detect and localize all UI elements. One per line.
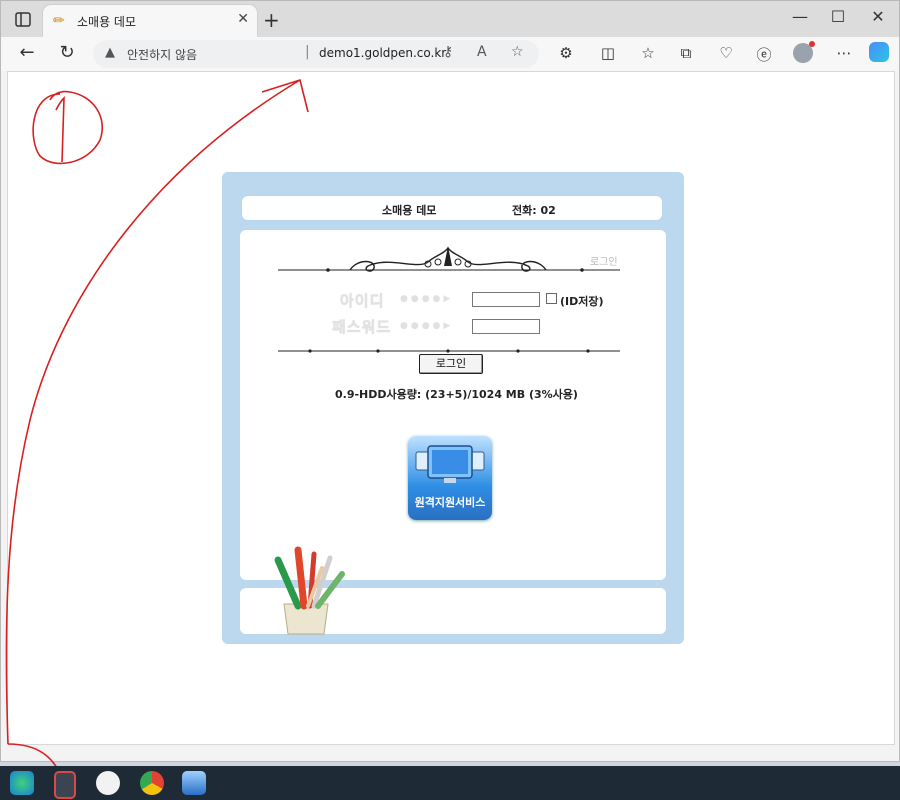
company-name: 소매용 데모 bbox=[382, 204, 437, 217]
tab-title: 소매용 데모 bbox=[77, 15, 137, 29]
calculator-icon[interactable] bbox=[54, 771, 76, 799]
login-panel: 소매용 데모 전화: 02 로그인 아이디 ●●●●▶ (ID저장) 패스워드 … bbox=[222, 172, 684, 644]
address-bar[interactable]: ▲ 안전하지 않음 | demo1.goldpen.co.kr ⚷ A ☆ bbox=[93, 40, 539, 68]
arrow-dots-icon: ●●●●▶ bbox=[400, 294, 454, 304]
security-status: 안전하지 않음 bbox=[127, 48, 198, 62]
tab-active[interactable]: ✏ 소매용 데모 ✕ bbox=[43, 5, 257, 37]
tab-actions-icon[interactable] bbox=[11, 9, 35, 31]
pencil-cup-icon bbox=[274, 546, 345, 635]
extensions-icon[interactable]: ⚙ bbox=[555, 44, 577, 62]
minimize-icon[interactable]: — bbox=[785, 7, 815, 26]
annotation-marker: ① bbox=[38, 108, 39, 109]
close-window-icon[interactable]: ✕ bbox=[863, 7, 893, 26]
read-aloud-icon[interactable]: A bbox=[477, 44, 487, 60]
key-icon[interactable]: ⚷ bbox=[443, 44, 453, 60]
collections-icon[interactable]: ⧉ bbox=[675, 44, 697, 62]
back-icon[interactable]: ← bbox=[13, 42, 41, 63]
save-id-label: (ID저장) bbox=[560, 295, 604, 308]
divider: | bbox=[305, 44, 310, 60]
tab-bar: ✏ 소매용 데모 ✕ + — ☐ ✕ bbox=[1, 1, 899, 37]
login-caption: 로그인 bbox=[590, 257, 618, 268]
close-tab-icon[interactable]: ✕ bbox=[237, 11, 249, 27]
phone-number: 전화: 02 bbox=[512, 204, 556, 217]
chrome-icon[interactable] bbox=[140, 771, 164, 795]
remote-support-label: 원격지원서비스 bbox=[414, 496, 486, 509]
ornament-divider bbox=[278, 246, 620, 272]
split-screen-icon[interactable]: ◫ bbox=[597, 44, 619, 62]
page-viewport: 소매용 데모 전화: 02 로그인 아이디 ●●●●▶ (ID저장) 패스워드 … bbox=[7, 71, 895, 745]
id-input[interactable] bbox=[472, 292, 540, 307]
remote-app-icon[interactable] bbox=[182, 771, 206, 795]
arrow-dots-icon: ●●●●▶ bbox=[400, 321, 454, 331]
monitor-icon bbox=[415, 445, 485, 483]
profile-avatar[interactable] bbox=[793, 41, 815, 63]
favorite-star-icon[interactable]: ☆ bbox=[511, 44, 524, 60]
pencil-icon: ✏ bbox=[53, 13, 65, 29]
login-box: 로그인 아이디 ●●●●▶ (ID저장) 패스워드 ●●●●▶ 로그인 0.9-… bbox=[240, 230, 666, 580]
remote-support-button[interactable]: 원격지원서비스 bbox=[408, 436, 492, 520]
browser-window: ✏ 소매용 데모 ✕ + — ☐ ✕ ← ↻ ▲ 안전하지 않음 | demo1… bbox=[0, 0, 900, 762]
more-options-icon[interactable]: ⋯ bbox=[833, 44, 855, 62]
edge-icon[interactable] bbox=[10, 771, 34, 795]
warning-icon: ▲ bbox=[105, 45, 115, 60]
new-tab-icon[interactable]: + bbox=[263, 8, 280, 32]
toolbar: ← ↻ ▲ 안전하지 않음 | demo1.goldpen.co.kr ⚷ A … bbox=[1, 37, 899, 71]
copilot-icon[interactable] bbox=[869, 42, 889, 62]
keyboard-icon[interactable] bbox=[96, 771, 120, 795]
maximize-icon[interactable]: ☐ bbox=[823, 7, 853, 26]
id-label: 아이디 bbox=[340, 292, 385, 310]
header-box: 소매용 데모 전화: 02 bbox=[242, 196, 662, 220]
password-input[interactable] bbox=[472, 319, 540, 334]
save-id-checkbox[interactable] bbox=[546, 293, 557, 304]
login-button[interactable]: 로그인 bbox=[419, 354, 483, 374]
password-label: 패스워드 bbox=[332, 318, 392, 336]
url-text[interactable]: demo1.goldpen.co.kr bbox=[319, 46, 446, 60]
browser-essentials-icon[interactable]: ♡ bbox=[715, 44, 737, 62]
edge-bar-icon[interactable]: ⓔ bbox=[753, 44, 775, 65]
refresh-icon[interactable]: ↻ bbox=[53, 42, 81, 63]
taskbar bbox=[0, 766, 900, 800]
favorites-icon[interactable]: ☆ bbox=[637, 44, 659, 62]
hdd-usage-text: 0.9-HDD사용량: (23+5)/1024 MB (3%사용) bbox=[335, 388, 578, 401]
